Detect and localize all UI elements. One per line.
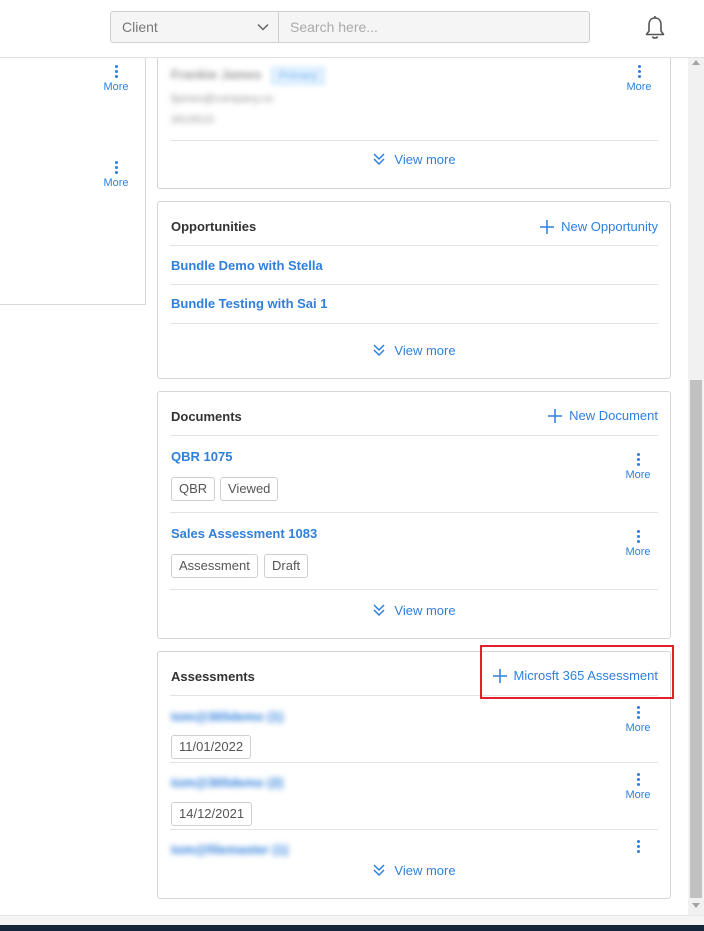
kebab-icon: [636, 453, 640, 467]
assessment-link[interactable]: tom@365demo (1): [171, 709, 283, 724]
divider: [170, 762, 658, 763]
bell-icon[interactable]: [643, 15, 667, 41]
document-status-tag: Draft: [264, 554, 309, 578]
contact-name: Frankie James: [171, 67, 262, 82]
opportunities-card: Opportunities New Opportunity Bundle Dem…: [157, 201, 671, 379]
kebab-icon: [636, 840, 640, 854]
more-button[interactable]: [618, 840, 658, 856]
divider: [170, 512, 658, 513]
divider: [170, 829, 658, 830]
search-input[interactable]: [278, 11, 590, 43]
document-link[interactable]: Sales Assessment 1083: [171, 526, 317, 541]
highlight-box: [480, 645, 674, 699]
client-select-label: Client: [122, 19, 158, 35]
opportunity-link[interactable]: Bundle Demo with Stella: [171, 258, 323, 273]
view-more-link[interactable]: View more: [158, 863, 670, 878]
assessment-date-tag: 14/12/2021: [171, 802, 253, 826]
divider: [170, 323, 658, 324]
divider: [170, 140, 658, 141]
divider: [170, 435, 658, 436]
scroll-up-arrow-icon[interactable]: [692, 60, 700, 65]
kebab-icon: [636, 773, 640, 787]
plus-icon: [548, 408, 563, 423]
more-button[interactable]: More: [618, 453, 658, 481]
chevron-down-icon: [257, 23, 269, 31]
more-button[interactable]: More: [619, 65, 659, 93]
document-link[interactable]: QBR 1075: [171, 449, 232, 464]
assessment-date-tag: 11/01/2022: [171, 735, 252, 759]
more-button[interactable]: More: [96, 161, 136, 189]
double-chevron-down-icon: [373, 153, 385, 166]
contact-phone: 0819515: [171, 114, 214, 126]
scroll-down-arrow-icon[interactable]: [692, 903, 700, 908]
client-select[interactable]: Client: [110, 11, 279, 43]
document-status-tag: Viewed: [220, 477, 279, 501]
card-title: Opportunities: [171, 219, 257, 234]
new-opportunity-button[interactable]: New Opportunity: [540, 219, 658, 234]
card-title: Assessments: [171, 669, 255, 684]
kebab-icon: [636, 530, 640, 544]
top-bar: Client: [0, 0, 704, 58]
assessment-link[interactable]: tom@365demo (2): [171, 775, 283, 790]
documents-card: Documents New Document QBR 1075 QBR View…: [157, 391, 671, 639]
kebab-icon: [114, 65, 118, 79]
divider: [170, 284, 658, 285]
plus-icon: [540, 219, 555, 234]
kebab-icon: [114, 161, 118, 175]
new-document-button[interactable]: New Document: [548, 408, 658, 423]
view-more-link[interactable]: View more: [158, 152, 670, 167]
double-chevron-down-icon: [373, 344, 385, 357]
more-button[interactable]: More: [618, 530, 658, 558]
scrollbar-thumb[interactable]: [690, 380, 702, 898]
opportunity-link[interactable]: Bundle Testing with Sai 1: [171, 296, 328, 311]
double-chevron-down-icon: [373, 604, 385, 617]
more-button[interactable]: More: [618, 773, 658, 801]
contact-card: Frankie James Primary fjames@company.co …: [157, 58, 671, 189]
contact-badge: Primary: [270, 66, 326, 86]
divider: [170, 245, 658, 246]
contact-email: fjames@company.co: [171, 93, 274, 105]
double-chevron-down-icon: [373, 864, 385, 877]
divider: [170, 589, 658, 590]
assessment-link[interactable]: tom@filemaster (1): [171, 842, 288, 857]
view-more-link[interactable]: View more: [158, 603, 670, 618]
view-more-link[interactable]: View more: [158, 343, 670, 358]
card-title: Documents: [171, 409, 242, 424]
kebab-icon: [637, 65, 641, 79]
kebab-icon: [636, 706, 640, 720]
more-button[interactable]: More: [96, 65, 136, 93]
document-tag: Assessment: [171, 554, 258, 578]
more-button[interactable]: More: [618, 706, 658, 734]
document-tag: QBR: [171, 477, 216, 501]
taskbar-strip: [0, 925, 704, 931]
